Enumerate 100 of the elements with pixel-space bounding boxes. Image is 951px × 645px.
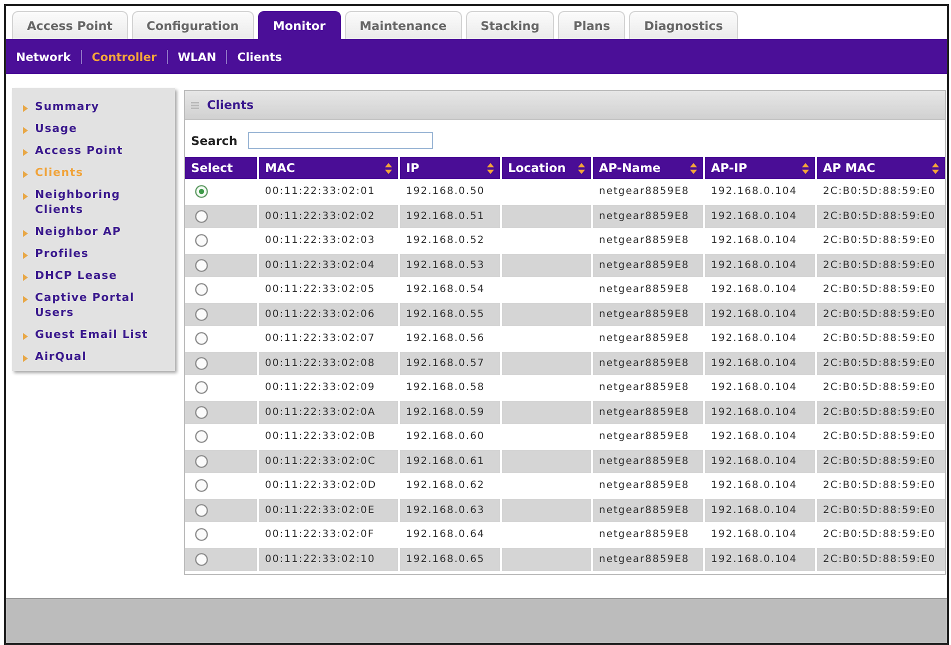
sort-icon <box>932 162 939 174</box>
lines-icon <box>191 102 199 108</box>
sidebar-item[interactable]: Guest Email List <box>23 327 148 342</box>
radio-button[interactable] <box>195 479 208 492</box>
table-cell: 2C:B0:5D:88:59:E0 <box>817 352 945 375</box>
nav-tab[interactable]: Plans <box>558 11 626 39</box>
search-field[interactable] <box>248 132 434 149</box>
subnav-link[interactable]: WLAN <box>168 50 226 64</box>
column-header[interactable]: AP MAC <box>817 157 945 179</box>
chevron-icon <box>23 127 28 134</box>
table-cell: 192.168.0.55 <box>400 302 500 326</box>
table-cell: 00:11:22:33:02:10 <box>259 548 398 571</box>
panel-title: Clients <box>207 98 254 112</box>
table-cell: 192.168.0.104 <box>705 548 815 571</box>
chevron-icon <box>23 252 28 259</box>
table-cell: 192.168.0.65 <box>400 548 500 571</box>
subnav-link[interactable]: Clients <box>227 50 292 64</box>
chevron-icon <box>23 296 28 303</box>
table-cell: 192.168.0.104 <box>705 450 815 473</box>
subnav-link[interactable]: Controller <box>82 50 167 64</box>
table-cell: 2C:B0:5D:88:59:E0 <box>817 450 945 473</box>
column-header[interactable]: AP-Name <box>593 157 703 179</box>
radio-button[interactable] <box>195 356 208 370</box>
radio-button[interactable] <box>195 552 208 566</box>
table-cell: 00:11:22:33:02:08 <box>259 352 398 375</box>
sidebar-item[interactable]: DHCP Lease <box>23 268 118 283</box>
radio-button[interactable] <box>195 430 208 444</box>
table-cell: netgear8859E8 <box>593 450 703 473</box>
table-cell: 2C:B0:5D:88:59:E0 <box>817 254 945 277</box>
nav-tab[interactable]: Access Point <box>12 11 128 39</box>
nav-tab[interactable]: Stacking <box>466 11 554 39</box>
table-cell: netgear8859E8 <box>593 254 703 277</box>
column-header[interactable]: Location <box>502 157 591 179</box>
nav-tab[interactable]: Monitor <box>258 11 341 39</box>
radio-button[interactable] <box>195 258 208 272</box>
table-cell: netgear8859E8 <box>593 204 703 228</box>
sidebar-item[interactable]: Summary <box>23 99 100 114</box>
sidebar-item[interactable]: Neighbor AP <box>23 224 122 239</box>
radio-button[interactable] <box>195 381 208 394</box>
radio-button[interactable] <box>195 234 208 248</box>
column-header[interactable]: AP-IP <box>705 157 815 179</box>
table-cell: 192.168.0.63 <box>400 498 500 522</box>
sidebar-item[interactable]: AirQual <box>23 349 87 364</box>
sidebar-item[interactable]: Access Point <box>23 143 124 158</box>
radio-button[interactable] <box>195 332 208 346</box>
radio-button[interactable] <box>195 406 208 419</box>
table-cell: 192.168.0.57 <box>400 352 500 375</box>
sidebar-item[interactable]: Neighboring Clients <box>23 187 153 217</box>
sort-icon <box>690 162 697 174</box>
table-cell: 00:11:22:33:02:0C <box>259 450 398 473</box>
table-cell: 00:11:22:33:02:04 <box>259 254 398 277</box>
table-cell: 2C:B0:5D:88:59:E0 <box>817 498 945 522</box>
search-label: Search <box>191 134 238 148</box>
column-header[interactable]: MAC <box>259 157 398 179</box>
radio-button[interactable] <box>195 454 208 468</box>
sidebar-item[interactable]: Usage <box>23 121 78 136</box>
sidebar-item[interactable]: Captive Portal Users <box>23 290 153 320</box>
sort-icon <box>487 162 494 174</box>
radio-button[interactable] <box>195 210 208 223</box>
column-header[interactable]: IP <box>400 157 500 179</box>
chevron-icon <box>23 274 28 281</box>
table-cell: netgear8859E8 <box>593 548 703 571</box>
chevron-icon <box>23 149 28 156</box>
nav-tab[interactable]: Diagnostics <box>629 11 738 39</box>
chevron-icon <box>23 193 28 200</box>
table-cell: 2C:B0:5D:88:59:E0 <box>817 400 945 424</box>
radio-button[interactable] <box>195 185 208 198</box>
table-cell: 192.168.0.104 <box>705 400 815 424</box>
chevron-icon <box>23 171 28 178</box>
table-cell: netgear8859E8 <box>593 498 703 522</box>
sort-icon <box>578 162 585 174</box>
sort-icon <box>385 162 392 174</box>
table-cell: 192.168.0.51 <box>400 204 500 228</box>
subnav-link[interactable]: Network <box>6 50 81 64</box>
table-cell: 192.168.0.104 <box>705 302 815 326</box>
table-cell: 192.168.0.53 <box>400 254 500 277</box>
chevron-icon <box>23 230 28 237</box>
table-cell: 2C:B0:5D:88:59:E0 <box>817 204 945 228</box>
radio-button[interactable] <box>195 504 208 517</box>
table-cell: 192.168.0.104 <box>705 254 815 277</box>
table-cell: 2C:B0:5D:88:59:E0 <box>817 302 945 326</box>
chevron-icon <box>23 105 28 112</box>
table-cell: netgear8859E8 <box>593 302 703 326</box>
nav-tab[interactable]: Configuration <box>132 11 254 39</box>
radio-button[interactable] <box>195 308 208 321</box>
column-header: Select <box>185 157 257 179</box>
sort-icon <box>802 162 809 174</box>
table-cell: 192.168.0.104 <box>705 204 815 228</box>
table-cell: 192.168.0.61 <box>400 450 500 473</box>
table-cell: 192.168.0.59 <box>400 400 500 424</box>
nav-tab[interactable]: Maintenance <box>344 11 462 39</box>
table-cell: 00:11:22:33:02:06 <box>259 302 398 326</box>
radio-button[interactable] <box>195 283 208 296</box>
table-cell: 00:11:22:33:02:0A <box>259 400 398 424</box>
radio-button[interactable] <box>195 528 208 542</box>
table-cell: 2C:B0:5D:88:59:E0 <box>817 548 945 571</box>
table-cell: 192.168.0.104 <box>705 352 815 375</box>
table-cell: netgear8859E8 <box>593 400 703 424</box>
sidebar-item[interactable]: Profiles <box>23 246 89 261</box>
chevron-icon <box>23 355 28 362</box>
